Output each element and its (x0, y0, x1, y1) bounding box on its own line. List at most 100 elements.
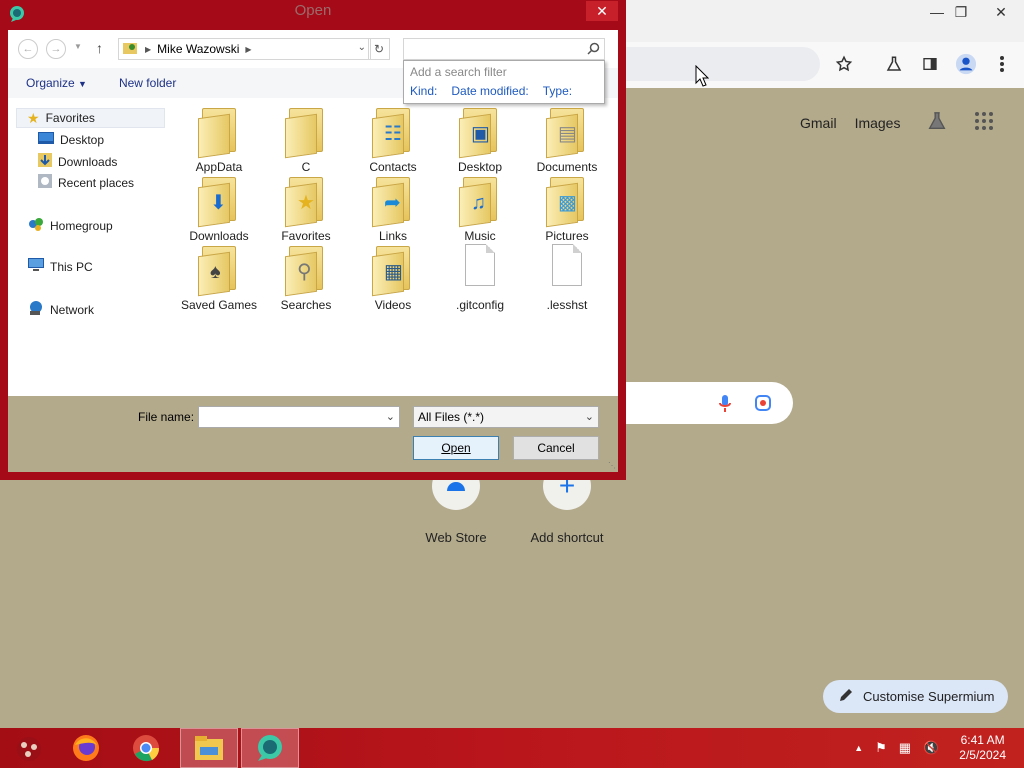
file-item-gitconfig[interactable]: .gitconfig (437, 244, 523, 312)
breadcrumb-user[interactable]: Mike Wazowski (157, 42, 239, 56)
voice-search-icon[interactable] (718, 394, 732, 417)
desktop-folder-icon: ▣ (459, 106, 501, 159)
file-type-value: All Files (*.*) (418, 410, 485, 424)
restore-icon[interactable]: ❐ (944, 0, 978, 24)
browser-menu-icon[interactable] (990, 52, 1014, 76)
network-status-icon[interactable]: ▦ (899, 740, 911, 756)
start-button[interactable] (0, 728, 58, 768)
file-item-links[interactable]: ➦ Links (350, 175, 436, 243)
supermium-icon[interactable] (241, 728, 299, 768)
pencil-icon (839, 688, 853, 705)
file-type-select[interactable]: All Files (*.*) ⌄ (413, 406, 599, 428)
browser-close-icon[interactable]: ✕ (984, 0, 1018, 24)
show-hidden-icons-icon[interactable]: ▲ (854, 743, 863, 753)
file-item-pictures[interactable]: ▩ Pictures (524, 175, 610, 243)
file-item-appdata[interactable]: AppData (176, 106, 262, 174)
search-input[interactable] (403, 38, 605, 60)
breadcrumb-chevron-icon[interactable]: ▶ (245, 45, 251, 54)
filename-label: File name: (138, 410, 195, 424)
nav-network[interactable]: Network (28, 300, 94, 319)
address-bar[interactable]: ▶ Mike Wazowski ▶ ⌄ (118, 38, 371, 60)
resize-grip-icon[interactable]: ⋱ (608, 461, 616, 470)
clock-date: 2/5/2024 (959, 748, 1006, 762)
videos-folder-icon: ▦ (372, 244, 414, 297)
side-panel-icon[interactable] (918, 52, 942, 76)
up-arrow-icon[interactable]: ↑ (96, 40, 103, 56)
apps-grid-icon[interactable] (974, 111, 994, 134)
ntp-search-box[interactable] (600, 382, 793, 424)
navigation-pane: ★ Favorites Desktop Downloads Recent pla… (8, 102, 168, 396)
bookmark-star-icon[interactable] (832, 52, 856, 76)
file-item-contacts[interactable]: ☷ Contacts (350, 106, 436, 174)
cancel-button[interactable]: Cancel (513, 436, 599, 460)
gmail-link[interactable]: Gmail (800, 115, 837, 131)
customise-label: Customise Supermium (863, 689, 995, 704)
filter-kind[interactable]: Kind: (410, 84, 437, 98)
file-item-searches[interactable]: ⚲ Searches (263, 244, 349, 312)
file-item-saved-games[interactable]: ♠ Saved Games (176, 244, 262, 312)
address-dropdown-icon[interactable]: ⌄ (358, 42, 366, 53)
ntp-header-links: Gmail Images (800, 110, 994, 135)
nav-desktop[interactable]: Desktop (38, 132, 104, 147)
shortcut-label: Web Store (425, 530, 487, 545)
clock[interactable]: 6:41 AM 2/5/2024 (959, 733, 1006, 763)
shortcut-label: Add shortcut (530, 530, 604, 545)
nav-this-pc[interactable]: This PC (28, 258, 93, 275)
dialog-client: ← → ▼ ↑ ▶ Mike Wazowski ▶ ⌄ ↻ Organize ▼ (8, 30, 618, 472)
favorites-folder-icon: ★ (285, 175, 327, 228)
file-item-documents[interactable]: ▤ Documents (524, 106, 610, 174)
chevron-down-icon[interactable]: ⌄ (585, 410, 594, 423)
chevron-down-icon[interactable]: ⌄ (386, 410, 395, 423)
refresh-icon[interactable]: ↻ (368, 38, 390, 60)
nav-homegroup[interactable]: Homegroup (28, 216, 113, 235)
folder-icon (285, 106, 327, 159)
labs-flask-icon[interactable] (882, 52, 906, 76)
star-icon: ★ (27, 109, 40, 126)
new-folder-button[interactable]: New folder (119, 76, 176, 90)
firefox-icon[interactable] (57, 728, 115, 768)
recent-places-icon (38, 174, 52, 191)
system-tray: ▲ ⚑ ▦ 🔇 6:41 AM 2/5/2024 (848, 728, 1024, 768)
organize-button[interactable]: Organize ▼ (26, 76, 87, 90)
forward-arrow-icon[interactable]: → (46, 39, 66, 59)
chrome-icon[interactable] (117, 728, 175, 768)
images-link[interactable]: Images (855, 115, 901, 131)
mouse-cursor-icon (690, 64, 714, 88)
dialog-title: Open (294, 2, 332, 19)
lens-search-icon[interactable] (754, 394, 772, 415)
file-item-c[interactable]: C (263, 106, 349, 174)
file-item-videos[interactable]: ▦ Videos (350, 244, 436, 312)
search-popup-title: Add a search filter (410, 65, 507, 79)
open-button[interactable]: Open (413, 436, 499, 460)
file-item-favorites[interactable]: ★ Favorites (263, 175, 349, 243)
customise-button[interactable]: Customise Supermium (823, 680, 1008, 713)
filter-type[interactable]: Type: (543, 84, 572, 98)
chevron-down-icon: ▼ (78, 79, 87, 89)
links-folder-icon: ➦ (372, 175, 414, 228)
file-explorer-icon[interactable] (180, 728, 238, 768)
filename-input[interactable]: ⌄ (198, 406, 400, 428)
back-arrow-icon[interactable]: ← (18, 39, 38, 59)
search-icon (587, 42, 600, 58)
labs-icon[interactable] (926, 110, 948, 135)
nav-downloads[interactable]: Downloads (38, 153, 117, 170)
recent-dropdown-icon[interactable]: ▼ (74, 42, 82, 51)
dialog-bottom-panel: File name: ⌄ All Files (*.*) ⌄ Open Canc… (8, 396, 618, 472)
profile-avatar-icon[interactable] (954, 52, 978, 76)
file-item-downloads[interactable]: ⬇ Downloads (176, 175, 262, 243)
contacts-folder-icon: ☷ (372, 106, 414, 159)
saved-games-folder-icon: ♠ (198, 244, 240, 297)
breadcrumb-chevron-icon[interactable]: ▶ (145, 45, 151, 54)
volume-muted-icon[interactable]: 🔇 (923, 740, 939, 756)
file-item-desktop[interactable]: ▣ Desktop (437, 106, 523, 174)
filter-date-modified[interactable]: Date modified: (451, 84, 528, 98)
dialog-close-button[interactable]: ✕ (586, 1, 618, 21)
file-item-music[interactable]: ♫ Music (437, 175, 523, 243)
music-folder-icon: ♫ (459, 175, 501, 228)
nav-favorites[interactable]: ★ Favorites (16, 108, 165, 128)
action-center-flag-icon[interactable]: ⚑ (875, 740, 887, 756)
user-folder-icon (123, 41, 139, 58)
clock-time: 6:41 AM (960, 733, 1005, 747)
nav-recent-places[interactable]: Recent places (38, 174, 134, 191)
file-item-lesshst[interactable]: .lesshst (524, 244, 610, 312)
